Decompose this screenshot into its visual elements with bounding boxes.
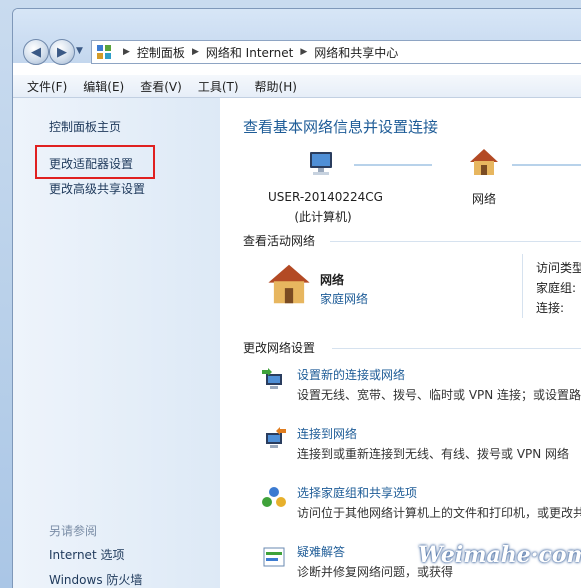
active-network-name: 网络 — [320, 273, 345, 287]
network-map-link — [512, 164, 581, 166]
explorer-window: ◀ ▶ ▼ ▶ 控制面板 ▶ 网络和 Internet ▶ 网络和共享中心 文件… — [12, 8, 581, 588]
menu-help[interactable]: 帮助(H) — [247, 78, 305, 95]
homegroup-label: 家庭组: — [536, 281, 577, 295]
house-icon[interactable] — [468, 146, 500, 178]
menu-file[interactable]: 文件(F) — [19, 78, 75, 95]
connect-network-icon — [266, 427, 286, 448]
main-content: 查看基本网络信息并设置连接 USER-20140224CG (此计算机) 网络 … — [220, 98, 581, 588]
link-control-panel-home[interactable]: 控制面板主页 — [49, 118, 121, 135]
history-dropdown-icon[interactable]: ▼ — [76, 46, 86, 56]
see-also-title: 另请参阅 — [49, 524, 98, 538]
breadcrumb-separator-icon[interactable]: ▶ — [123, 47, 130, 57]
connect-network-desc: 连接到或重新连接到无线、有线、拨号或 VPN 网络 — [297, 447, 570, 461]
troubleshoot-icon — [263, 547, 285, 567]
link-change-adapter-settings[interactable]: 更改适配器设置 — [49, 155, 133, 172]
homegroup-icon — [262, 487, 286, 507]
menu-view[interactable]: 查看(V) — [132, 78, 190, 95]
computer-name: USER-20140224CG — [268, 190, 383, 204]
menu-tools[interactable]: 工具(T) — [190, 78, 247, 95]
link-change-advanced-sharing[interactable]: 更改高级共享设置 — [49, 180, 145, 197]
arrow-right-icon: ▶ — [57, 44, 67, 60]
breadcrumb-control-panel[interactable]: 控制面板 — [137, 44, 185, 61]
breadcrumb-network-sharing-center[interactable]: 网络和共享中心 — [314, 44, 398, 61]
menu-edit[interactable]: 编辑(E) — [75, 78, 132, 95]
network-node-label: 网络 — [471, 192, 496, 206]
setup-connection-link[interactable]: 设置新的连接或网络 — [297, 366, 405, 383]
connect-network-link[interactable]: 连接到网络 — [297, 425, 357, 442]
window-frame: ◀ ▶ ▼ ▶ 控制面板 ▶ 网络和 Internet ▶ 网络和共享中心 文件… — [0, 0, 581, 588]
network-map-link — [354, 164, 432, 166]
divider — [332, 348, 581, 349]
computer-sub-label: (此计算机) — [294, 210, 352, 224]
setup-connection-desc: 设置无线、宽带、拨号、临时或 VPN 连接；或设置路 — [297, 388, 581, 402]
home-network-icon — [268, 264, 310, 304]
forward-button[interactable]: ▶ — [49, 39, 75, 65]
breadcrumb-network-internet[interactable]: 网络和 Internet — [206, 44, 293, 61]
troubleshoot-link[interactable]: 疑难解答 — [297, 543, 345, 560]
control-panel-icon — [97, 45, 111, 59]
divider — [330, 241, 581, 242]
breadcrumb-separator-icon[interactable]: ▶ — [192, 47, 199, 57]
change-settings-heading: 更改网络设置 — [243, 341, 316, 355]
page-title: 查看基本网络信息并设置连接 — [243, 118, 439, 136]
active-networks-heading: 查看活动网络 — [243, 234, 316, 248]
back-button[interactable]: ◀ — [23, 39, 49, 65]
divider — [522, 254, 523, 318]
computer-icon[interactable] — [306, 148, 338, 180]
arrow-left-icon: ◀ — [31, 44, 41, 60]
connection-label: 连接: — [536, 301, 565, 315]
access-type-label: 访问类型 — [536, 261, 581, 275]
network-type-link[interactable]: 家庭网络 — [320, 290, 368, 307]
left-pane: 控制面板主页 更改适配器设置 更改高级共享设置 另请参阅 Internet 选项… — [13, 98, 220, 588]
menu-bar: 文件(F) 编辑(E) 查看(V) 工具(T) 帮助(H) — [13, 75, 581, 98]
watermark: Weimahe·com — [418, 542, 581, 568]
homegroup-desc: 访问位于其他网络计算机上的文件和打印机，或更改共 — [297, 506, 581, 520]
network-setup-icon — [262, 368, 282, 389]
link-internet-options[interactable]: Internet 选项 — [49, 546, 124, 563]
navigation-bar: ◀ ▶ ▼ ▶ 控制面板 ▶ 网络和 Internet ▶ 网络和共享中心 — [13, 9, 581, 65]
address-bar[interactable]: ▶ 控制面板 ▶ 网络和 Internet ▶ 网络和共享中心 — [91, 40, 581, 64]
link-windows-firewall[interactable]: Windows 防火墙 — [49, 571, 142, 588]
homegroup-link[interactable]: 选择家庭组和共享选项 — [297, 484, 417, 501]
breadcrumb-separator-icon[interactable]: ▶ — [300, 47, 307, 57]
